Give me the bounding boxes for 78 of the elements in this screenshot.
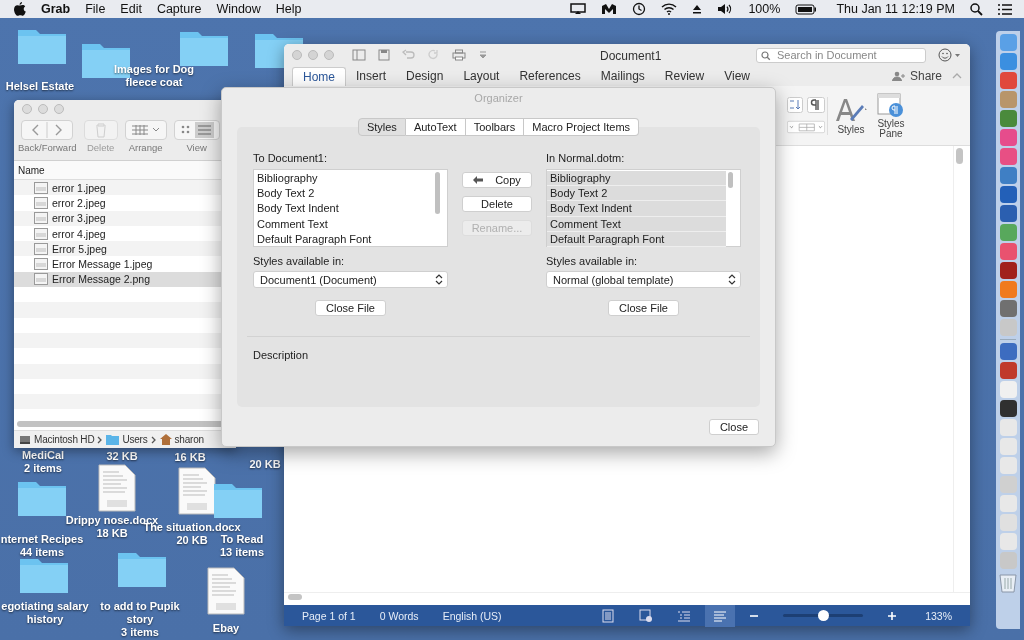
ribbon-tab[interactable]: References [509, 67, 591, 85]
field-label: Styles available in: [546, 255, 639, 267]
search-field[interactable]: Search in Document [756, 47, 926, 63]
menu-item[interactable]: File [85, 2, 106, 16]
field-label: Styles available in: [253, 255, 346, 267]
style-item[interactable]: Body Text 2 [547, 186, 726, 202]
page-count[interactable]: Page 1 of 1 [302, 609, 356, 622]
style-item[interactable]: Body Text 2 [254, 186, 433, 202]
list-heading: To Document1: [253, 152, 328, 164]
desktop-item-info: 20 KB [249, 458, 281, 471]
toolbar-label: Back/Forward [18, 142, 77, 153]
menu-clock[interactable]: Thu Jan 11 12:19 PM [836, 2, 955, 16]
menu-item[interactable]: Capture [156, 2, 202, 16]
share-button[interactable]: Share [891, 69, 942, 83]
desktop-item-info: 32 KB [106, 450, 138, 463]
file-row[interactable]: error 4.jpeg [14, 225, 236, 242]
style-item[interactable]: Bibliography [547, 171, 726, 187]
desktop-item-info: 3 items [121, 626, 159, 639]
desktop-item-info: 44 items [20, 546, 64, 559]
desktop-item-name[interactable]: to add to Pupik story [92, 600, 188, 626]
ribbon-tab[interactable]: View [714, 67, 760, 85]
close-button[interactable]: Close [708, 419, 759, 435]
desktop-item-name[interactable]: nternet Recipes [0, 533, 84, 546]
dialog-tab[interactable]: Toolbars [465, 118, 525, 136]
menu-item[interactable]: Edit [120, 2, 142, 16]
menu-item[interactable]: Help [275, 2, 302, 16]
source-dropdown[interactable]: Normal (global template) [546, 271, 741, 288]
style-item[interactable]: Comment Text [254, 216, 433, 232]
desktop-item-info: 18 KB [96, 527, 128, 540]
file-row[interactable]: Error Message 1.jpeg [14, 256, 236, 272]
menu-item[interactable]: Window [216, 2, 261, 16]
desktop-item-info: 20 KB [176, 534, 208, 547]
ribbon-tab[interactable]: Insert [346, 67, 397, 85]
dialog-tab[interactable]: AutoText [405, 118, 466, 136]
toolbar-label: Delete [86, 142, 115, 153]
app-menu[interactable]: Grab [41, 2, 71, 16]
desktop-item-name[interactable]: Ebay [212, 622, 240, 635]
zoom-percentage[interactable]: 133% [925, 609, 952, 622]
style-item[interactable]: Body Text Indent [547, 201, 726, 217]
path-item[interactable]: Macintosh HD [34, 434, 95, 445]
desktop-item-name[interactable]: egotiating salary history [0, 600, 90, 626]
file-row[interactable]: error 2.jpeg [14, 195, 236, 211]
styles-pane-button[interactable]: Styles Pane [874, 92, 908, 139]
desktop-item-info: 13 items [220, 546, 264, 559]
ribbon-tab[interactable]: Review [654, 67, 715, 85]
toolbar-label: Arrange [128, 142, 163, 153]
ribbon-tab[interactable]: Mailings [590, 67, 655, 85]
language-indicator[interactable]: English (US) [442, 609, 502, 622]
path-item[interactable]: sharon [174, 434, 204, 445]
dialog-title: Organizer [474, 92, 523, 104]
action-button[interactable]: Delete [462, 196, 532, 212]
ribbon-tab[interactable]: Design [396, 67, 454, 85]
list-heading: In Normal.dotm: [546, 152, 626, 164]
style-item[interactable]: Bibliography [254, 171, 433, 187]
desktop-item-name[interactable]: To Read [220, 533, 264, 546]
ribbon-tab[interactable]: Layout [453, 67, 510, 85]
source-dropdown[interactable]: Document1 (Document) [253, 271, 448, 288]
action-button[interactable]: Copy [462, 172, 532, 188]
desktop-item-name[interactable]: Helsel Estate [5, 80, 75, 93]
close-file-button[interactable]: Close File [608, 300, 679, 316]
desktop-item-info: 16 KB [174, 451, 206, 464]
dialog-tab[interactable]: Styles [357, 118, 406, 136]
path-item[interactable]: Users [122, 434, 148, 445]
word-count[interactable]: 0 Words [379, 609, 419, 622]
ribbon-tab[interactable]: Home [292, 66, 346, 86]
desktop-item-info: 2 items [24, 462, 62, 475]
column-header[interactable]: Name [18, 164, 45, 176]
desktop-item-name[interactable]: Images for Dog fleece coat [104, 63, 204, 89]
close-file-button[interactable]: Close File [315, 300, 386, 316]
description-label: Description [253, 349, 310, 361]
battery-percentage: 100% [748, 2, 781, 16]
styles-button[interactable]: Styles [834, 96, 868, 135]
desktop-item-name[interactable]: MediCal [21, 449, 65, 462]
style-item[interactable]: Body Text Indent [254, 201, 433, 217]
style-item[interactable]: Default Paragraph Font [254, 231, 433, 247]
toolbar-label: View [186, 142, 207, 153]
window-title: Document1 [600, 49, 662, 63]
dialog-tab[interactable]: Macro Project Items [524, 118, 640, 136]
